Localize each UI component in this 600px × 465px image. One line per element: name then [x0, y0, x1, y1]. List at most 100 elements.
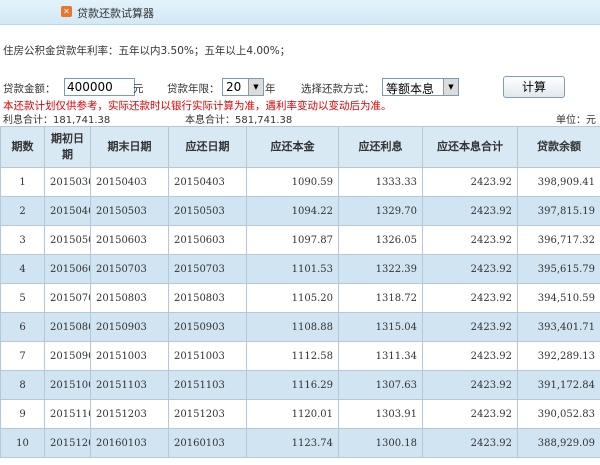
- header-total-payment: 应还本息合计: [422, 126, 518, 168]
- cell-due-date: 20151103: [168, 370, 247, 400]
- cell-due-date: 20150703: [168, 254, 247, 284]
- cell-balance: 393,401.71: [517, 312, 600, 342]
- table-row: 42015060420150703201507031101.531322.392…: [0, 254, 600, 284]
- cell-start-date: 20150304: [44, 167, 91, 197]
- repayment-table: 期数 期初日期 期末日期 应还日期 应还本金 应还利息 应还本息合计 贷款余额 …: [0, 126, 600, 458]
- cell-due-date: 20150403: [168, 167, 247, 197]
- header-period: 期数: [0, 126, 45, 168]
- table-row: 52015070420150803201508031105.201318.722…: [0, 283, 600, 313]
- cell-interest: 1315.04: [338, 312, 423, 342]
- cell-principal: 1112.58: [246, 341, 339, 371]
- cell-period: 9: [0, 399, 45, 429]
- cell-start-date: 20150504: [44, 225, 91, 255]
- cell-balance: 397,815.19: [517, 196, 600, 226]
- cell-interest: 1311.34: [338, 341, 423, 371]
- cell-period: 3: [0, 225, 45, 255]
- cell-principal: 1120.01: [246, 399, 339, 429]
- cell-end-date: 20150803: [90, 283, 169, 313]
- cell-period: 5: [0, 283, 45, 313]
- calculate-button[interactable]: 计算: [503, 76, 565, 98]
- cell-total-payment: 2423.92: [422, 370, 518, 400]
- cell-start-date: 20150804: [44, 312, 91, 342]
- cell-end-date: 20150703: [90, 254, 169, 284]
- cell-interest: 1303.91: [338, 399, 423, 429]
- table-row: 92015110420151203201512031120.011303.912…: [0, 399, 600, 429]
- amount-unit: 元: [133, 83, 144, 95]
- header-balance: 贷款余额: [517, 126, 600, 168]
- cell-total-payment: 2423.92: [422, 283, 518, 313]
- cell-total-payment: 2423.92: [422, 312, 518, 342]
- cell-principal: 1105.20: [246, 283, 339, 313]
- method-value: 等额本息: [386, 82, 435, 96]
- cell-end-date: 20151103: [90, 370, 169, 400]
- cell-end-date: 20150603: [90, 225, 169, 255]
- cell-total-payment: 2423.92: [422, 254, 518, 284]
- cell-interest: 1326.05: [338, 225, 423, 255]
- amount-label: 贷款金额：: [3, 83, 56, 95]
- title-bar: ✕ 贷款还款试算器: [0, 0, 600, 25]
- rate-info: 住房公积金贷款年利率：五年以内3.50%；五年以上4.00%；: [3, 45, 291, 57]
- years-value: 20: [226, 80, 242, 94]
- cell-balance: 392,289.13: [517, 341, 600, 371]
- cell-end-date: 20151203: [90, 399, 169, 429]
- cell-total-payment: 2423.92: [422, 399, 518, 429]
- header-principal: 应还本金: [246, 126, 339, 168]
- cell-principal: 1123.74: [246, 428, 339, 458]
- cell-period: 6: [0, 312, 45, 342]
- table-header-row: 期数 期初日期 期末日期 应还日期 应还本金 应还利息 应还本息合计 贷款余额: [0, 126, 600, 168]
- cell-start-date: 20150604: [44, 254, 91, 284]
- page-title: 贷款还款试算器: [77, 7, 154, 20]
- cell-balance: 388,929.09: [517, 428, 600, 458]
- years-unit: 年: [265, 83, 276, 95]
- table-row: 22015040420150503201505031094.221329.702…: [0, 196, 600, 226]
- cell-start-date: 20150404: [44, 196, 91, 226]
- cell-due-date: 20151003: [168, 341, 247, 371]
- table-row: 72015090420151003201510031112.581311.342…: [0, 341, 600, 371]
- cell-interest: 1322.39: [338, 254, 423, 284]
- cell-interest: 1333.33: [338, 167, 423, 197]
- cell-balance: 390,052.83: [517, 399, 600, 429]
- table-row: 32015050420150603201506031097.871326.052…: [0, 225, 600, 255]
- years-select[interactable]: 20 ▼: [222, 78, 264, 96]
- cell-due-date: 20150603: [168, 225, 247, 255]
- header-due-date: 应还日期: [168, 126, 247, 168]
- chevron-down-icon[interactable]: ▼: [248, 79, 263, 95]
- method-label: 选择还款方式：: [301, 83, 375, 95]
- cell-due-date: 20150803: [168, 283, 247, 313]
- cell-period: 8: [0, 370, 45, 400]
- cell-due-date: 20151203: [168, 399, 247, 429]
- cell-principal: 1108.88: [246, 312, 339, 342]
- cell-total-payment: 2423.92: [422, 167, 518, 197]
- cell-due-date: 20160103: [168, 428, 247, 458]
- cell-balance: 398,909.41: [517, 167, 600, 197]
- unit-label: 单位：元: [556, 115, 596, 126]
- cell-period: 10: [0, 428, 45, 458]
- cell-due-date: 20150903: [168, 312, 247, 342]
- method-select[interactable]: 等额本息 ▼: [382, 78, 459, 96]
- header-end-date: 期末日期: [90, 126, 169, 168]
- cell-principal: 1094.22: [246, 196, 339, 226]
- cell-end-date: 20150903: [90, 312, 169, 342]
- grand-total: 本息合计：581,741.38: [185, 115, 293, 126]
- cell-due-date: 20150503: [168, 196, 247, 226]
- header-start-date: 期初日期: [44, 126, 91, 168]
- cell-interest: 1300.18: [338, 428, 423, 458]
- cell-period: 1: [0, 167, 45, 197]
- amount-input[interactable]: [64, 78, 135, 96]
- cell-start-date: 20151204: [44, 428, 91, 458]
- cell-start-date: 20150904: [44, 341, 91, 371]
- cell-start-date: 20151004: [44, 370, 91, 400]
- interest-total: 利息合计：181,741.38: [3, 115, 111, 126]
- cell-principal: 1097.87: [246, 225, 339, 255]
- cell-period: 7: [0, 341, 45, 371]
- cell-start-date: 20150704: [44, 283, 91, 313]
- cell-interest: 1318.72: [338, 283, 423, 313]
- cell-balance: 395,615.79: [517, 254, 600, 284]
- years-label: 贷款年限：: [167, 83, 220, 95]
- table-row: 102015120420160103201601031123.741300.18…: [0, 428, 600, 458]
- chevron-down-icon[interactable]: ▼: [443, 79, 458, 95]
- cell-balance: 396,717.32: [517, 225, 600, 255]
- cell-start-date: 20151104: [44, 399, 91, 429]
- cell-total-payment: 2423.92: [422, 341, 518, 371]
- cell-end-date: 20150403: [90, 167, 169, 197]
